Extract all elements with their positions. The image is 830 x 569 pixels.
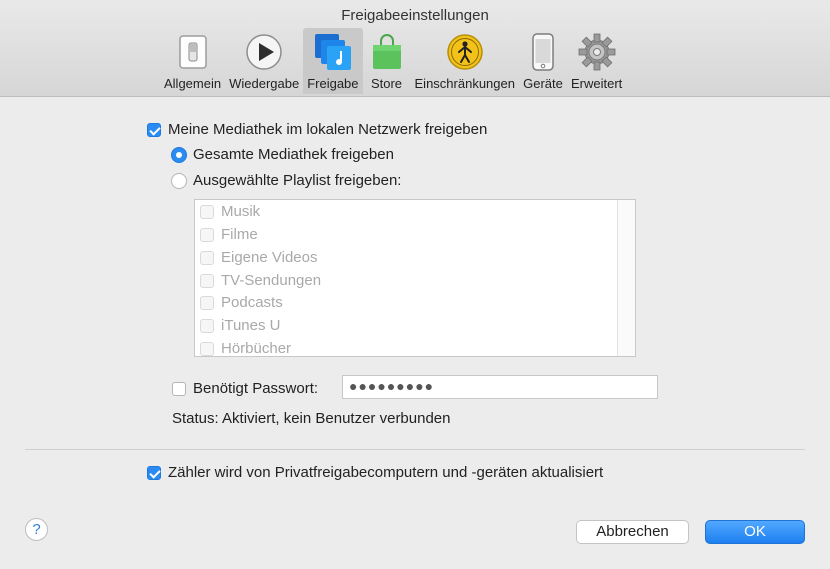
tab-label: Geräte [523, 76, 563, 91]
playlist-label: Eigene Videos [221, 249, 318, 266]
switch-icon [173, 32, 213, 72]
tab-freigabe[interactable]: Freigabe [303, 28, 363, 94]
playlist-label: TV-Sendungen [221, 272, 322, 289]
playlist-checkbox[interactable] [200, 296, 214, 310]
list-item: Podcasts [195, 292, 615, 314]
playlist-checkbox[interactable] [200, 205, 214, 219]
list-item: iTunes U [195, 315, 615, 337]
gear-icon [577, 32, 617, 72]
counter-label: Zähler wird von Privatfreigabecomputern … [168, 464, 604, 481]
playlist-checkbox[interactable] [200, 251, 214, 265]
tab-label: Wiedergabe [229, 76, 300, 91]
playlist-checkbox[interactable] [200, 228, 214, 242]
tab-einschraenkungen[interactable]: Einschränkungen [411, 28, 519, 94]
iphone-icon [523, 32, 563, 72]
toolbar: Freigabeeinstellungen Allgemein Wiederga… [0, 0, 830, 97]
tab-bar: Allgemein Wiedergabe Freigabe Store Eins… [160, 28, 626, 94]
playlist-checkbox[interactable] [200, 274, 214, 288]
password-checkbox[interactable] [172, 382, 186, 396]
playlist-label: Podcasts [221, 294, 283, 311]
tab-label: Erweitert [570, 76, 623, 91]
preferences-window: Freigabeeinstellungen Allgemein Wiederga… [0, 0, 830, 569]
playlist-label: iTunes U [221, 317, 281, 334]
playlist-label: Hörbücher [221, 340, 292, 357]
radio-selected-playlists[interactable] [171, 173, 187, 189]
radio-entire-library[interactable] [171, 147, 187, 163]
help-button[interactable]: ? [25, 518, 48, 541]
playlist-checkbox[interactable] [200, 319, 214, 333]
share-library-label: Meine Mediathek im lokalen Netzwerk frei… [168, 121, 488, 138]
password-label: Benötigt Passwort: [193, 380, 319, 397]
counter-checkbox[interactable] [147, 466, 161, 480]
parental-controls-icon [445, 32, 485, 72]
play-icon [244, 32, 284, 72]
tab-label: Einschränkungen [414, 76, 515, 91]
list-item: TV-Sendungen [195, 270, 615, 292]
tab-geraete[interactable]: Geräte [519, 28, 567, 94]
list-item: Filme [195, 224, 615, 246]
ok-button[interactable]: OK [705, 520, 805, 544]
playlist-list: Musik Filme Eigene Videos TV-Sendungen P… [194, 199, 636, 357]
password-field[interactable]: ●●●●●●●●● [342, 375, 658, 399]
radio-entire-label: Gesamte Mediathek freigeben [193, 146, 394, 163]
shopping-bag-icon [367, 32, 407, 72]
share-library-checkbox[interactable] [147, 123, 161, 137]
playlist-checkbox[interactable] [200, 342, 214, 356]
divider [25, 449, 805, 450]
tab-allgemein[interactable]: Allgemein [160, 28, 225, 94]
sharing-music-icon [313, 32, 353, 72]
playlist-label: Filme [221, 226, 258, 243]
radio-selected-label: Ausgewählte Playlist freigeben: [193, 172, 402, 189]
list-item: Hörbücher [195, 338, 615, 360]
list-item: Musik [195, 201, 615, 223]
tab-erweitert[interactable]: Erweitert [567, 28, 626, 94]
tab-label: Allgemein [164, 76, 222, 91]
list-scrollbar[interactable] [617, 200, 635, 356]
cancel-button[interactable]: Abbrechen [576, 520, 689, 544]
tab-label: Freigabe [307, 76, 359, 91]
playlist-label: Musik [221, 203, 261, 220]
status-text: Status: Aktiviert, kein Benutzer verbund… [172, 410, 451, 427]
tab-label: Store [370, 76, 403, 91]
window-title: Freigabeeinstellungen [341, 7, 489, 24]
list-item: Eigene Videos [195, 247, 615, 269]
tab-store[interactable]: Store [363, 28, 411, 94]
sharing-pane: Meine Mediathek im lokalen Netzwerk frei… [0, 97, 830, 569]
tab-wiedergabe[interactable]: Wiedergabe [225, 28, 303, 94]
